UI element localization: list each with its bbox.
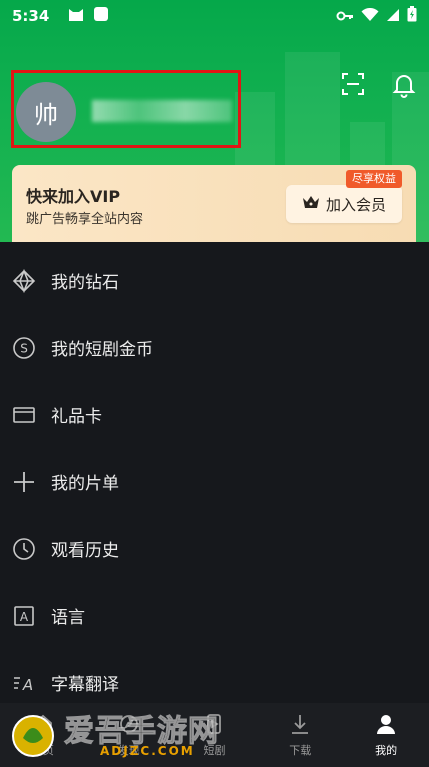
app-square-icon: [93, 6, 109, 26]
status-time: 5:34: [12, 7, 50, 25]
gift-card-icon: [12, 403, 36, 427]
vip-title: 快来加入VIP: [26, 187, 121, 206]
signal-icon: [386, 7, 400, 26]
nav-label: 我的: [375, 743, 398, 757]
status-bar: 5:34: [0, 0, 429, 32]
menu-item-gift-card[interactable]: 礼品卡: [0, 381, 429, 448]
svg-text:S: S: [20, 341, 28, 355]
home-icon: [32, 713, 54, 738]
menu-item-label: 字幕翻译: [51, 675, 119, 695]
svg-text:A: A: [22, 676, 33, 694]
username-blurred[interactable]: [92, 100, 232, 122]
menu-item-label: 我的短剧金币: [51, 340, 153, 360]
menu-item-language[interactable]: A 语言: [0, 582, 429, 649]
join-vip-label: 加入会员: [325, 195, 386, 214]
nav-home[interactable]: 首页: [0, 703, 86, 767]
vip-badge: 尽享权益: [346, 170, 402, 188]
nav-discover[interactable]: 发现: [86, 703, 172, 767]
download-icon: [289, 713, 311, 738]
join-vip-button[interactable]: 加入会员: [286, 185, 402, 223]
nav-label: 短剧: [203, 743, 226, 757]
menu-item-coins[interactable]: S 我的短剧金币: [0, 314, 429, 381]
svg-text:A: A: [20, 610, 29, 624]
menu-item-label: 我的片单: [51, 474, 119, 494]
avatar[interactable]: 帅: [16, 82, 76, 142]
menu-item-label: 礼品卡: [51, 407, 102, 427]
menu-item-label: 语言: [51, 608, 85, 628]
menu-item-label: 观看历史: [51, 541, 119, 561]
nav-me[interactable]: 我的: [343, 703, 429, 767]
wifi-icon: [361, 7, 379, 26]
coin-icon: S: [12, 336, 36, 360]
user-icon: [375, 713, 397, 738]
menu-item-history[interactable]: 观看历史: [0, 515, 429, 582]
vip-card[interactable]: 快来加入VIP 跳广告畅享全站内容 加入会员 尽享权益: [12, 165, 416, 242]
cat-app-icon: [67, 6, 85, 26]
language-icon: A: [12, 604, 36, 628]
bell-icon[interactable]: [390, 70, 418, 98]
nav-label: 发现: [117, 743, 140, 757]
crown-icon: [302, 194, 320, 214]
nav-download[interactable]: 下载: [257, 703, 343, 767]
translate-icon: A: [12, 671, 36, 695]
scan-icon[interactable]: [339, 70, 367, 98]
menu-item-diamonds[interactable]: 我的钻石: [0, 247, 429, 314]
settings-menu: 我的钻石 S 我的短剧金币 礼品卡 我的片单 观看历史 A 语言 A 字幕翻译: [0, 247, 429, 716]
key-icon: [336, 7, 354, 26]
nav-short-drama[interactable]: 短剧: [172, 703, 258, 767]
nav-label: 下载: [289, 743, 312, 757]
diamond-icon: [12, 268, 36, 293]
nav-label: 首页: [31, 743, 54, 757]
short-drama-icon: [203, 713, 225, 738]
clock-icon: [12, 537, 36, 561]
plus-icon: [12, 470, 36, 494]
menu-item-label: 我的钻石: [51, 273, 119, 293]
battery-icon: [407, 6, 417, 26]
bottom-nav: 首页 发现 短剧 下载 我的: [0, 703, 429, 767]
vip-subtitle: 跳广告畅享全站内容: [26, 212, 144, 227]
discover-icon: [118, 713, 140, 738]
menu-item-playlist[interactable]: 我的片单: [0, 448, 429, 515]
